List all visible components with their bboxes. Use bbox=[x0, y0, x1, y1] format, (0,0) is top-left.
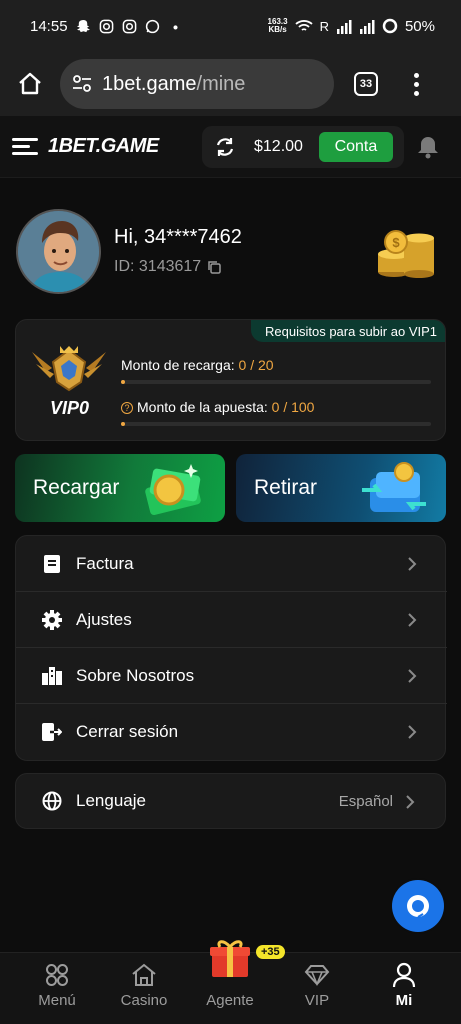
wifi-icon bbox=[294, 20, 313, 31]
brand-logo[interactable]: 1BET.GAME bbox=[48, 135, 159, 158]
avatar[interactable] bbox=[16, 209, 101, 294]
user-id-text: ID: 3143617 bbox=[114, 258, 202, 275]
cash-coin-icon bbox=[145, 464, 201, 516]
roaming-flag: R bbox=[319, 18, 329, 34]
nav-mine[interactable]: Mi bbox=[364, 961, 444, 1009]
house-icon bbox=[132, 963, 156, 986]
home-button[interactable] bbox=[0, 52, 60, 116]
headset-icon bbox=[407, 895, 429, 918]
language-selector[interactable]: Lenguaje Español bbox=[15, 773, 446, 829]
browser-toolbar: 1bet.game/mine 33 bbox=[0, 52, 461, 116]
nav-label: VIP bbox=[304, 992, 330, 1009]
bet-value: 0 / 100 bbox=[271, 399, 315, 415]
whatsapp-icon bbox=[145, 19, 159, 33]
language-label: Lenguaje bbox=[76, 791, 146, 810]
language-value: Español bbox=[338, 792, 393, 810]
app-header: 1BET.GAME $12.00 Conta bbox=[0, 116, 461, 178]
question-icon[interactable]: ? bbox=[121, 402, 133, 414]
bell-icon[interactable] bbox=[416, 134, 440, 160]
home-icon bbox=[19, 72, 41, 95]
battery-icon bbox=[382, 18, 398, 34]
address-bar[interactable]: 1bet.game/mine bbox=[60, 59, 334, 109]
menu-item-logout[interactable]: Cerrar sesión bbox=[16, 704, 447, 760]
menu-item-label: Ajustes bbox=[76, 609, 132, 629]
balance-amount: $12.00 bbox=[254, 138, 303, 155]
vip-progress-card: Requisitos para subir ao VIP1 VIP0 Monto… bbox=[15, 319, 446, 441]
snapchat-icon bbox=[76, 19, 90, 32]
support-chat-button[interactable] bbox=[392, 880, 444, 932]
wallet-transfer-icon bbox=[362, 462, 426, 512]
recharge-progress-fill bbox=[121, 380, 125, 384]
signal-icon-2 bbox=[359, 19, 375, 34]
url-path: /mine bbox=[196, 72, 246, 95]
signal-icon bbox=[336, 19, 352, 34]
recharge-label: Recargar bbox=[33, 476, 120, 499]
menu-item-label: Cerrar sesión bbox=[76, 722, 179, 741]
chevron-right-icon bbox=[408, 613, 417, 627]
bet-requirement: ? Monto de la apuesta: 0 / 100 bbox=[121, 399, 314, 415]
agent-badge: +35 bbox=[256, 945, 285, 959]
globe-icon bbox=[42, 791, 62, 811]
refresh-icon[interactable] bbox=[214, 136, 236, 158]
grid-icon bbox=[46, 964, 68, 986]
account-button[interactable]: Conta bbox=[318, 132, 393, 162]
clock: 14:55 bbox=[30, 17, 68, 35]
diamond-icon bbox=[304, 965, 330, 986]
browser-menu-button[interactable] bbox=[414, 72, 419, 96]
hamburger-menu-icon[interactable] bbox=[12, 138, 38, 155]
wallet-box: $12.00 Conta bbox=[202, 126, 404, 168]
vip-badge-icon bbox=[32, 346, 106, 392]
gear-icon bbox=[42, 609, 62, 630]
chevron-right-icon bbox=[408, 669, 417, 683]
coins-icon: $ bbox=[378, 230, 434, 278]
menu-item-about[interactable]: Sobre Nosotros bbox=[16, 648, 447, 704]
recharge-value: 0 / 20 bbox=[238, 357, 274, 373]
recharge-progress-bar bbox=[121, 380, 431, 384]
building-icon bbox=[42, 666, 62, 685]
menu-item-settings[interactable]: Ajustes bbox=[16, 592, 447, 648]
nav-casino[interactable]: Casino bbox=[104, 961, 184, 1009]
user-id: ID: 3143617 bbox=[114, 258, 221, 276]
menu-item-label: Factura bbox=[76, 553, 134, 573]
nav-label: Casino bbox=[120, 992, 168, 1009]
chevron-right-icon bbox=[406, 795, 415, 809]
menu-item-label: Sobre Nosotros bbox=[76, 665, 195, 685]
nav-label: Menú bbox=[38, 992, 76, 1009]
recharge-button[interactable]: Recargar bbox=[15, 454, 225, 522]
withdraw-label: Retirar bbox=[254, 476, 318, 499]
gift-icon[interactable] bbox=[208, 937, 252, 979]
instagram-icon-2 bbox=[122, 19, 136, 33]
nav-vip[interactable]: VIP bbox=[277, 961, 357, 1009]
battery-level: 50% bbox=[404, 17, 435, 35]
menu-item-invoice[interactable]: Factura bbox=[16, 536, 447, 592]
instagram-icon bbox=[99, 19, 113, 33]
tab-switcher-button[interactable]: 33 bbox=[354, 72, 378, 96]
greeting: Hi, 34****7462 bbox=[114, 226, 242, 248]
svg-text:$: $ bbox=[392, 235, 400, 250]
account-menu: Factura Ajustes Sobre Nosotros Cerrar se… bbox=[15, 535, 447, 761]
invoice-icon bbox=[44, 554, 60, 573]
withdraw-button[interactable]: Retirar bbox=[236, 454, 446, 522]
status-bar: 14:55 163.3 KB/s R 50% bbox=[0, 0, 461, 52]
site-settings-icon[interactable] bbox=[72, 75, 92, 93]
chevron-right-icon bbox=[408, 725, 417, 739]
nav-label: Mi bbox=[395, 992, 413, 1009]
bet-progress-bar bbox=[121, 422, 431, 426]
nav-menu[interactable]: Menú bbox=[17, 961, 97, 1009]
vip-requirement-title: Requisitos para subir ao VIP1 bbox=[251, 320, 445, 342]
network-speed: 163.3 KB/s bbox=[267, 17, 288, 34]
copy-icon[interactable] bbox=[207, 260, 221, 274]
recharge-requirement: Monto de recarga: 0 / 20 bbox=[121, 357, 274, 373]
chevron-right-icon bbox=[408, 557, 417, 571]
vip-level-label: VIP0 bbox=[50, 398, 90, 418]
logout-icon bbox=[42, 723, 62, 741]
user-icon bbox=[392, 962, 416, 988]
url-domain: 1bet.game bbox=[102, 72, 197, 95]
bet-progress-fill bbox=[121, 422, 125, 426]
nav-label: Agente bbox=[206, 992, 254, 1009]
avatar-image bbox=[18, 211, 99, 292]
dot-icon bbox=[172, 24, 178, 29]
